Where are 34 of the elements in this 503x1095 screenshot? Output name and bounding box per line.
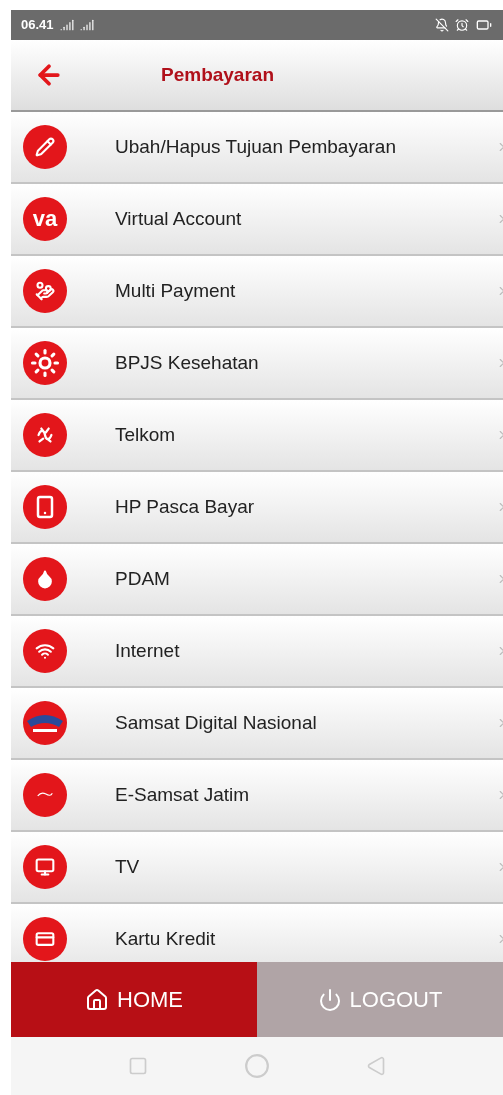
signal-icon (79, 18, 94, 32)
power-icon (317, 987, 342, 1012)
phone-icon (23, 485, 67, 529)
menu-label: Internet (115, 638, 181, 663)
menu-label: Samsat Digital Nasional (115, 710, 318, 735)
home-nav-icon[interactable] (244, 1053, 270, 1079)
status-time: 06.41 (21, 16, 54, 35)
battery-icon (475, 17, 493, 33)
badge-icon (23, 701, 67, 745)
recents-icon[interactable] (128, 1056, 148, 1076)
pencil-icon (23, 125, 67, 169)
menu-label: Telkom (115, 422, 177, 447)
hand-icon (23, 269, 67, 313)
menu-label: PDAM (115, 566, 171, 591)
alarm-icon (455, 18, 469, 32)
back-nav-icon[interactable] (366, 1056, 386, 1076)
wifi-icon (23, 629, 67, 673)
menu-label: TV (115, 854, 141, 879)
text-icon: va (23, 197, 67, 241)
menu-label: Virtual Account (115, 206, 243, 231)
menu-label: Kartu Kredit (115, 926, 217, 951)
footer-tab[interactable]: HOME (11, 962, 257, 1037)
page-title: Pembayaran (161, 62, 274, 87)
menu-label: BPJS Kesehatan (115, 350, 260, 375)
drop-icon (23, 557, 67, 601)
card-icon (23, 917, 67, 961)
menu-label: E-Samsat Jatim (115, 782, 251, 807)
signal-icon (59, 18, 74, 32)
menu-label: Ubah/Hapus Tujuan Pembayaran (115, 134, 397, 159)
tv-icon (23, 845, 67, 889)
menu-label: HP Pasca Bayar (115, 494, 256, 519)
mute-icon (435, 18, 449, 32)
menu-label: Multi Payment (115, 278, 237, 303)
house-icon (85, 987, 109, 1012)
